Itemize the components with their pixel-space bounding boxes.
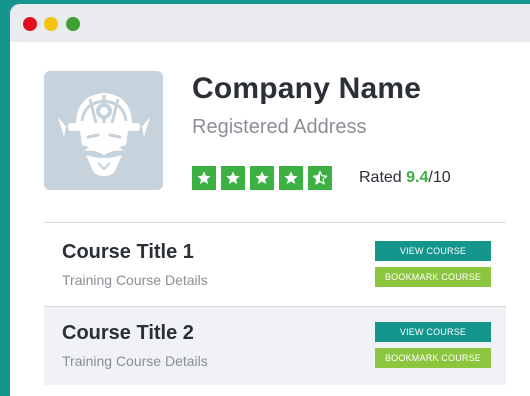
maximize-window-button[interactable] <box>66 17 80 31</box>
course-details: Training Course Details <box>62 353 208 369</box>
star-full-icon <box>192 166 216 190</box>
rating-suffix: /10 <box>428 169 451 186</box>
star-full-icon <box>250 166 274 190</box>
section-divider <box>44 222 506 223</box>
rating-prefix: Rated <box>359 169 407 186</box>
bearded-guardian-mascot-icon <box>58 93 150 176</box>
company-logo <box>44 71 163 190</box>
course-details: Training Course Details <box>62 272 208 288</box>
bookmark-course-button[interactable]: BOOKMARK COURSE <box>375 267 491 287</box>
course-title: Course Title 2 <box>62 322 194 344</box>
rating-text: Rated 9.4/10 <box>359 169 451 187</box>
close-window-button[interactable] <box>23 17 37 31</box>
star-full-icon <box>279 166 303 190</box>
company-name: Company Name <box>192 72 422 105</box>
star-half-icon <box>308 166 332 190</box>
rating-stars <box>192 166 332 190</box>
rating-score: 9.4 <box>406 169 429 186</box>
company-address: Registered Address <box>192 116 367 138</box>
title-bar <box>10 4 530 42</box>
course-row: Course Title 1 Training Course Details V… <box>44 226 506 304</box>
app-window: Company Name Registered Address Rated 9.… <box>10 4 530 396</box>
course-title: Course Title 1 <box>62 241 194 263</box>
bookmark-course-button[interactable]: BOOKMARK COURSE <box>375 348 491 368</box>
course-row: Course Title 2 Training Course Details V… <box>44 306 506 385</box>
minimize-window-button[interactable] <box>44 17 58 31</box>
view-course-button[interactable]: VIEW COURSE <box>375 241 491 261</box>
view-course-button[interactable]: VIEW COURSE <box>375 322 491 342</box>
star-full-icon <box>221 166 245 190</box>
